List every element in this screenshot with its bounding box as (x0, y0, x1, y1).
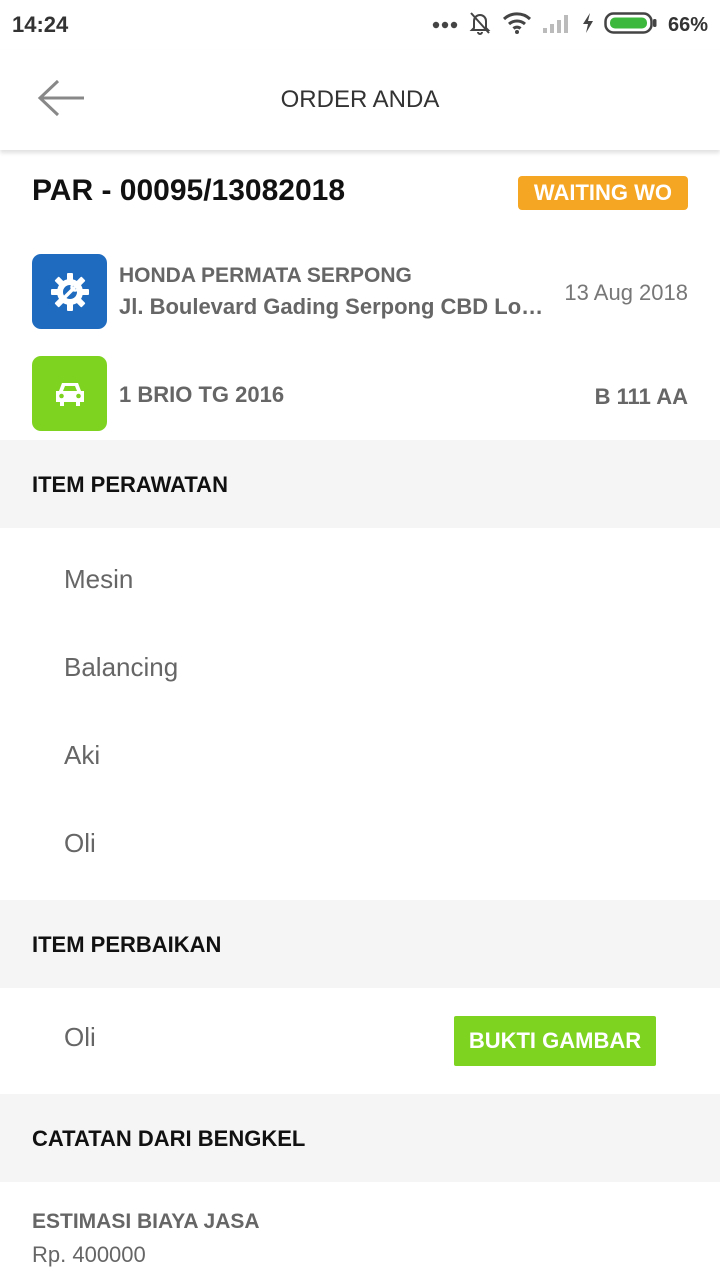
repair-item: Oli (64, 1022, 96, 1052)
arrow-left-icon (36, 78, 86, 123)
maintenance-item: Oli (64, 828, 96, 858)
order-id: PAR - 00095/13082018 (32, 174, 346, 207)
workshop-address: Jl. Boulevard Gading Serpong CBD Lot.... (119, 294, 549, 319)
order-header: PAR - 00095/13082018 WAITING WO (0, 150, 720, 235)
bell-off-icon (468, 10, 492, 41)
maintenance-item: Balancing (64, 652, 179, 682)
charging-icon (582, 12, 594, 39)
status-icons: 66% (432, 10, 708, 40)
maintenance-section-header: ITEM PERAWATAN (0, 440, 720, 528)
order-date: 13 Aug 2018 (564, 280, 688, 305)
status-time: 14:24 (12, 12, 69, 37)
notes-section-header: CATATAN DARI BENGKEL (0, 1094, 720, 1182)
status-bar: 14:24 66% (0, 0, 720, 50)
back-button[interactable] (36, 78, 96, 122)
battery-percent: 66% (667, 13, 708, 36)
maintenance-item: Mesin (64, 564, 134, 594)
estimate-label: ESTIMASI BIAYA JASA (32, 1210, 260, 1233)
wifi-icon (502, 11, 532, 40)
estimate-value: Rp. 400000 (32, 1242, 146, 1267)
maintenance-item: Aki (64, 740, 101, 770)
workshop-name: HONDA PERMATA SERPONG (119, 264, 412, 287)
battery-icon (604, 11, 658, 40)
status-badge: WAITING WO (517, 176, 688, 210)
signal-icon (542, 12, 572, 39)
proof-image-button[interactable]: BUKTI GAMBAR (454, 1016, 656, 1066)
car-icon (32, 356, 107, 431)
section-title: ITEM PERBAIKAN (32, 932, 222, 957)
section-title: ITEM PERAWATAN (32, 472, 228, 497)
section-title: CATATAN DARI BENGKEL (32, 1126, 306, 1151)
license-plate: B 111 AA (594, 384, 688, 409)
gear-wrench-icon (32, 254, 107, 329)
repair-section-header: ITEM PERBAIKAN (0, 900, 720, 988)
vehicle-name: 1 BRIO TG 2016 (119, 382, 285, 407)
vehicle-info: 1 BRIO TG 2016 B 111 AA (0, 356, 720, 436)
workshop-info: HONDA PERMATA SERPONG Jl. Boulevard Gadi… (0, 254, 720, 334)
more-dots-icon (432, 16, 458, 34)
app-bar: ORDER ANDA (0, 50, 720, 150)
page-title: ORDER ANDA (280, 86, 440, 113)
